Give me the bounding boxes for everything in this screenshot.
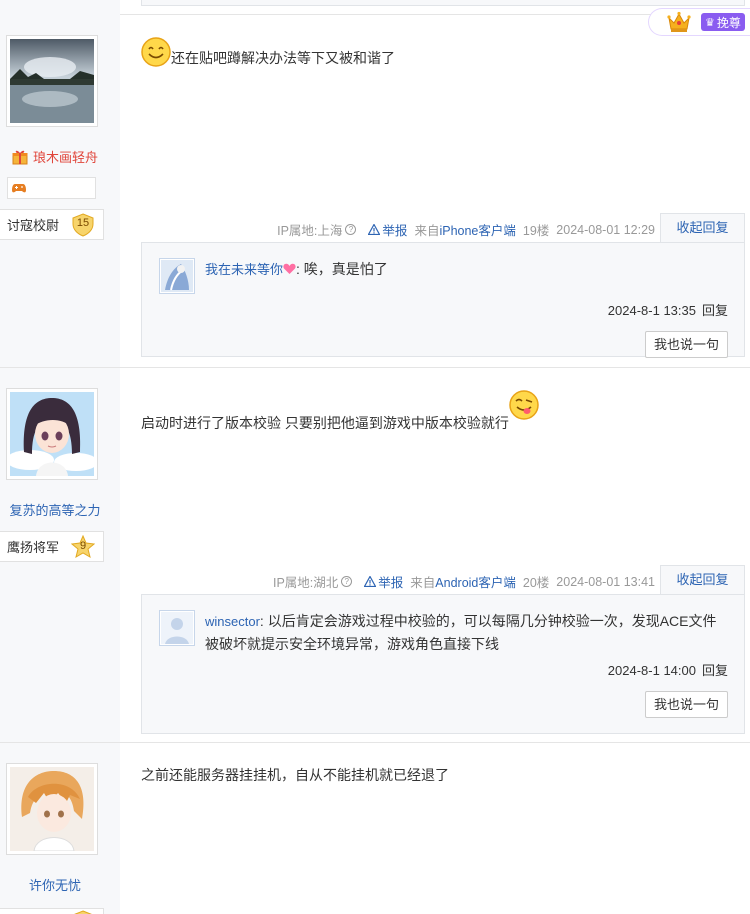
post-content: 之前还能服务器挂挂机，自从不能挂机就已经退了 [141, 767, 449, 783]
game-badge[interactable] [7, 177, 96, 199]
collapse-replies-button[interactable]: 收起回复 [660, 213, 745, 242]
warning-icon [368, 224, 381, 235]
help-icon[interactable]: ? [341, 576, 353, 587]
heart-icon [283, 259, 296, 274]
reply-meta: 2024-8-1 13:35 回复 [608, 300, 728, 319]
author-avatar[interactable] [6, 35, 98, 127]
reply-username[interactable]: winsector [205, 614, 260, 629]
reply-box: winsector: 以后肯定会游戏过程中校验的，可以每隔几分钟校验一次，发现A… [141, 594, 745, 734]
author-avatar[interactable] [6, 388, 98, 480]
post-content: 启动时进行了版本校验 只要别把他逼到游戏中版本校验就行 [141, 390, 539, 433]
author-avatar[interactable] [6, 763, 98, 855]
client-source[interactable]: 来自Android客户端 [410, 572, 516, 591]
warning-icon [364, 576, 377, 587]
post-floor-21: 许你无忧 之前还能服务器挂挂机，自从不能挂机就已经退了 [0, 743, 750, 914]
level-badge-icon [71, 910, 95, 914]
help-icon[interactable]: ? [345, 224, 357, 235]
reply-link[interactable]: 回复 [702, 663, 728, 678]
say-something-button[interactable]: 我也说一句 [645, 331, 728, 358]
report-button[interactable]: 举报 [364, 572, 403, 591]
level-shield-icon: 15 [71, 213, 95, 237]
author-name[interactable]: 复苏的高等之力 [0, 500, 110, 519]
previous-post-edge [0, 0, 750, 15]
reply-avatar[interactable] [159, 258, 195, 294]
reply-time: 2024-8-1 14:00 [607, 663, 696, 678]
report-button[interactable]: 举报 [368, 220, 407, 239]
reply-text: 我在未来等你: 唉，真是怕了 [205, 259, 388, 277]
reply-box: 我在未来等你: 唉，真是怕了 2024-8-1 13:35 回复 我也说一句 [141, 242, 745, 358]
say-something-button[interactable]: 我也说一句 [645, 691, 728, 718]
level-star-icon: 9 [70, 534, 96, 559]
vip-label: ♛ 挽尊 [701, 13, 745, 31]
gamepad-icon [12, 182, 26, 194]
tongue-emoji-icon [509, 390, 539, 420]
post-time: 2024-08-01 12:29 [556, 222, 655, 237]
reply-avatar[interactable] [159, 610, 195, 646]
reply-link[interactable]: 回复 [702, 303, 728, 318]
post-tail: IP属地:上海 ? 举报 来自iPhone客户端 19楼 2024-08-01 … [277, 220, 655, 239]
rank-badge-partial[interactable] [0, 908, 104, 914]
post-floor-19: 琅木画轻舟 讨寇校尉 15 还在贴吧蹲解决办法等下又被和谐了 IP属地:上海 ?… [0, 15, 750, 368]
reply-text: winsector: 以后肯定会游戏过程中校验的，可以每隔几分钟校验一次，发现A… [205, 613, 717, 652]
client-source[interactable]: 来自iPhone客户端 [414, 220, 515, 239]
reply-username[interactable]: 我在未来等你 [205, 262, 283, 277]
reply-time: 2024-8-1 13:35 [607, 303, 696, 318]
post-floor-20: 复苏的高等之力 鹰扬将军 9 启动时进行了版本校验 只要别把他逼到游戏中版本校验… [0, 368, 750, 743]
gift-icon [12, 149, 28, 165]
post-time: 2024-08-01 13:41 [556, 574, 655, 589]
previous-reply-box-edge [141, 0, 745, 6]
floor-number: 20楼 [522, 576, 550, 590]
post-tail: IP属地:湖北 ? 举报 来自Android客户端 20楼 2024-08-01… [273, 572, 655, 591]
rank-badge[interactable]: 鹰扬将军 9 [0, 531, 104, 562]
author-name[interactable]: 琅木画轻舟 [0, 147, 110, 166]
crown-icon [667, 11, 691, 33]
collapse-replies-button[interactable]: 收起回复 [660, 565, 745, 594]
rank-badge[interactable]: 讨寇校尉 15 [0, 209, 104, 240]
post-content: 还在贴吧蹲解决办法等下又被和谐了 [141, 37, 395, 68]
vip-badge[interactable]: ♛ 挽尊 [648, 8, 750, 36]
floor-number: 19楼 [522, 224, 550, 238]
vip-glyph-icon: ♛ [705, 16, 715, 29]
smile-emoji-icon [141, 37, 171, 67]
sidebar-background [0, 0, 120, 15]
reply-meta: 2024-8-1 14:00 回复 [608, 660, 728, 679]
author-name[interactable]: 许你无忧 [0, 875, 110, 894]
